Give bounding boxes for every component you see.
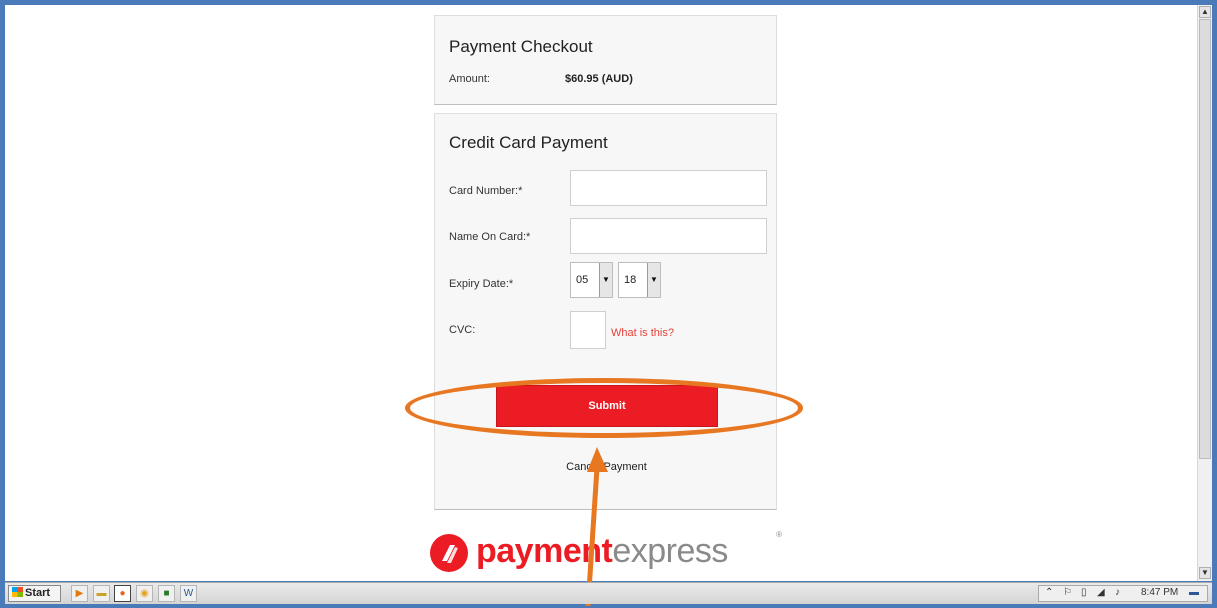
volume-icon[interactable]: ♪ xyxy=(1115,587,1120,598)
battery-icon[interactable]: ▯ xyxy=(1081,587,1087,598)
folder-icon[interactable]: ▬ xyxy=(93,585,110,602)
windows-logo-icon xyxy=(12,587,23,597)
firefox-icon[interactable]: ● xyxy=(114,585,131,602)
app-icon[interactable]: ■ xyxy=(158,585,175,602)
network-icon[interactable]: ◢ xyxy=(1097,587,1105,598)
show-desktop-icon[interactable]: ▬ xyxy=(1189,587,1199,598)
clock[interactable]: 8:47 PM xyxy=(1141,587,1178,598)
start-button[interactable]: Start xyxy=(8,585,61,602)
outlook-icon[interactable]: ◉ xyxy=(136,585,153,602)
flag-icon[interactable]: ⚐ xyxy=(1063,587,1072,598)
system-tray: ⌃ ⚐ ▯ ◢ ♪ 8:47 PM ▬ xyxy=(1038,585,1208,602)
chevron-up-icon[interactable]: ⌃ xyxy=(1045,587,1053,598)
annotation-arrow-icon xyxy=(585,447,608,607)
word-icon[interactable]: W xyxy=(180,585,197,602)
taskbar: Start ▶ ▬ ● ◉ ■ W ⌃ ⚐ ▯ ◢ ♪ 8:47 PM ▬ xyxy=(5,582,1212,604)
media-player-icon[interactable]: ▶ xyxy=(71,585,88,602)
